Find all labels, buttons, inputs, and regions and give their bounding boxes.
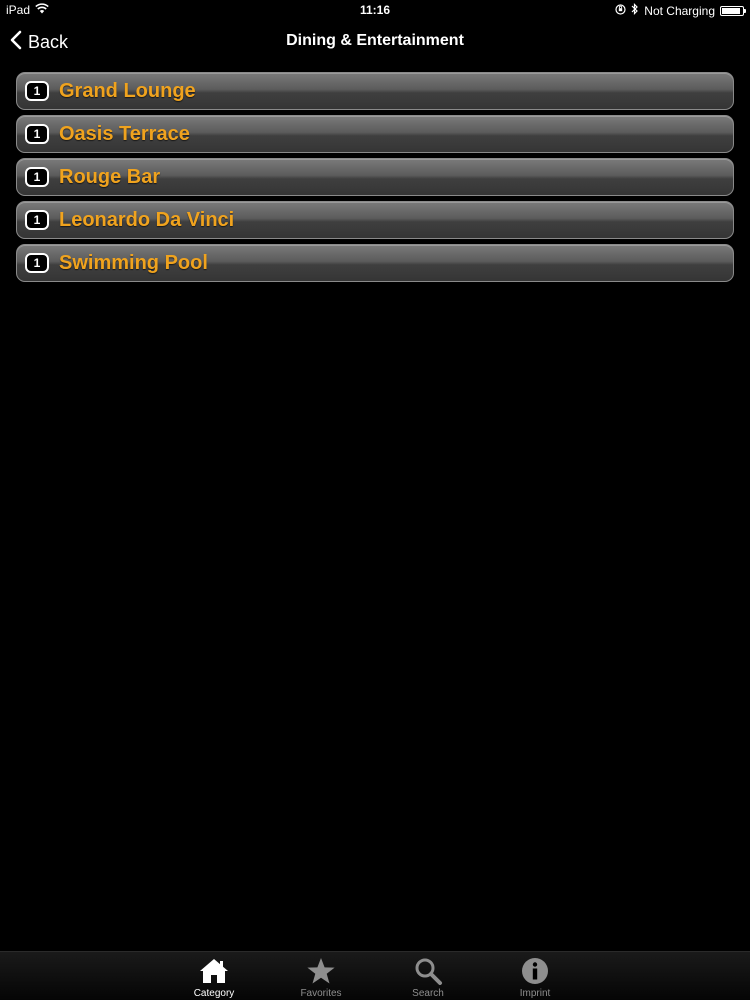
bluetooth-icon bbox=[631, 3, 639, 18]
status-bar: iPad 11:16 Not Charging bbox=[0, 0, 750, 20]
count-badge: 1 bbox=[25, 167, 49, 187]
tab-search[interactable]: Search bbox=[388, 956, 468, 1000]
back-button-label: Back bbox=[28, 32, 69, 52]
tab-label: Imprint bbox=[519, 988, 551, 999]
tab-label: Category bbox=[193, 988, 235, 999]
list-item-swimming-pool[interactable]: 1 Swimming Pool bbox=[16, 244, 734, 282]
list-item-label: Swimming Pool bbox=[59, 251, 208, 274]
count-badge: 1 bbox=[25, 253, 49, 273]
count-badge: 1 bbox=[25, 210, 49, 230]
venue-list: 1 Grand Lounge 1 Oasis Terrace 1 Rouge B… bbox=[16, 72, 734, 287]
tab-label: Favorites bbox=[300, 988, 342, 999]
list-item-label: Oasis Terrace bbox=[59, 122, 190, 145]
chevron-left-icon bbox=[10, 30, 22, 55]
list-item-label: Grand Lounge bbox=[59, 79, 196, 102]
back-button[interactable]: Back bbox=[10, 30, 68, 55]
count-badge: 1 bbox=[25, 124, 49, 144]
list-item-label: Rouge Bar bbox=[59, 165, 161, 188]
list-item-rouge-bar[interactable]: 1 Rouge Bar bbox=[16, 158, 734, 196]
tab-label: Search bbox=[412, 988, 444, 999]
device-name: iPad bbox=[6, 3, 31, 17]
info-icon bbox=[519, 956, 551, 986]
tab-bar: Category Favorites Search Imprint bbox=[0, 951, 750, 1000]
list-item-oasis-terrace[interactable]: 1 Oasis Terrace bbox=[16, 115, 734, 153]
house-icon bbox=[198, 956, 230, 986]
wifi-icon bbox=[35, 3, 49, 17]
battery-level-fill bbox=[722, 7, 740, 14]
tab-category[interactable]: Category bbox=[174, 956, 254, 1000]
list-item-leonardo-da-vinci[interactable]: 1 Leonardo Da Vinci bbox=[16, 201, 734, 239]
page-title: Dining & Entertainment bbox=[286, 32, 464, 49]
battery-status-text: Not Charging bbox=[644, 3, 715, 18]
battery-icon bbox=[720, 5, 746, 16]
count-badge: 1 bbox=[25, 81, 49, 101]
tab-favorites[interactable]: Favorites bbox=[281, 956, 361, 1000]
status-left: iPad bbox=[6, 3, 49, 17]
tab-imprint[interactable]: Imprint bbox=[495, 956, 575, 1000]
status-right: Not Charging bbox=[615, 3, 746, 18]
list-item-label: Leonardo Da Vinci bbox=[59, 208, 235, 231]
magnifier-icon bbox=[412, 956, 444, 986]
star-icon bbox=[305, 956, 337, 986]
rotation-lock-icon bbox=[615, 3, 626, 18]
navigation-bar: Back Dining & Entertainment bbox=[0, 20, 750, 64]
list-item-grand-lounge[interactable]: 1 Grand Lounge bbox=[16, 72, 734, 110]
